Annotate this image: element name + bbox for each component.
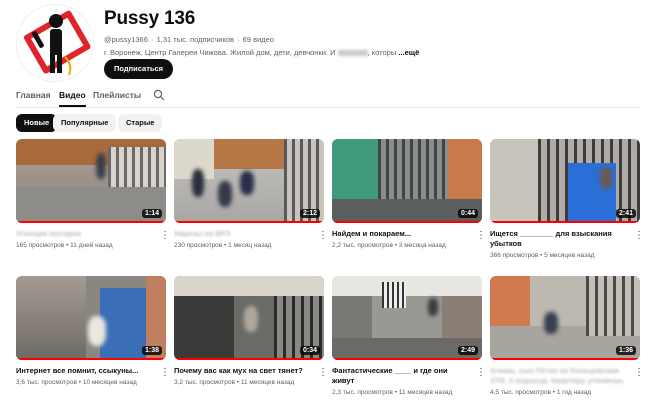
tab-home[interactable]: Главная — [16, 90, 51, 100]
video-title[interactable]: Найдем и покараем... — [332, 229, 482, 239]
video-card[interactable]: 1:38 Интернет все помнит, ссыкуны... 3,6… — [16, 276, 170, 386]
filter-newest[interactable]: Новые — [16, 114, 58, 132]
channel-avatar[interactable] — [16, 4, 94, 82]
watch-progress — [332, 358, 482, 360]
video-duration: 1:36 — [615, 346, 636, 355]
more-vert-icon[interactable]: ⋮ — [160, 231, 170, 243]
video-card[interactable]: 2:41 Ищется ________ для взыскания убытк… — [490, 139, 644, 259]
description-more-link[interactable]: ...ещё — [398, 48, 419, 57]
video-card[interactable]: 0:44 Найдем и покараем... 2,2 тыс. просм… — [332, 139, 486, 249]
video-title[interactable]: Интернет все помнит, ссыкуны... — [16, 366, 166, 376]
video-thumbnail[interactable]: 1:36 — [490, 276, 640, 360]
video-title[interactable]: Алкаш, сын Петин из Кольцовская 37/3, 3 … — [490, 366, 640, 386]
video-card[interactable]: 2:12 Нарезы на ВРЗ 230 просмотров • 1 ме… — [174, 139, 328, 249]
video-title[interactable]: Угонщик мусоров — [16, 229, 166, 239]
video-duration: 2:41 — [615, 209, 636, 218]
channel-description[interactable]: г. Воронеж, Центр Галереи Чижова. Жилой … — [104, 48, 634, 57]
watch-progress — [490, 221, 640, 223]
more-vert-icon[interactable]: ⋮ — [476, 231, 486, 243]
video-duration: 1:38 — [141, 346, 162, 355]
watch-progress — [174, 358, 324, 360]
video-duration: 2:49 — [457, 346, 478, 355]
channel-meta: @pussy1366 · 1,31 тыс. подписчиков · 69 … — [104, 35, 274, 44]
tab-playlists[interactable]: Плейлисты — [93, 90, 141, 100]
more-vert-icon[interactable]: ⋮ — [634, 368, 644, 380]
video-title[interactable]: Почему вас как мух на свет тянет? — [174, 366, 324, 376]
channel-name: Pussy 136 — [104, 8, 196, 29]
channel-tabs: Главная Видео Плейлисты — [16, 88, 640, 108]
video-thumbnail[interactable]: 1:14 — [16, 139, 166, 223]
subscribe-button[interactable]: Подписаться — [104, 59, 174, 79]
more-vert-icon[interactable]: ⋮ — [160, 368, 170, 380]
watch-progress — [332, 221, 482, 223]
video-card[interactable]: 0:34 Почему вас как мух на свет тянет? 3… — [174, 276, 328, 386]
video-count: 69 видео — [242, 35, 274, 44]
search-icon[interactable] — [153, 89, 165, 101]
video-stats: 230 просмотров • 1 месяц назад — [174, 242, 272, 249]
video-duration: 0:44 — [457, 209, 478, 218]
video-thumbnail[interactable]: 2:41 — [490, 139, 640, 223]
video-stats: 165 просмотров • 11 дней назад — [16, 242, 113, 249]
video-thumbnail[interactable]: 2:12 — [174, 139, 324, 223]
filter-oldest[interactable]: Старые — [118, 114, 163, 132]
subscriber-count: 1,31 тыс. подписчиков — [156, 35, 234, 44]
watch-progress — [16, 358, 166, 360]
video-thumbnail[interactable]: 0:34 — [174, 276, 324, 360]
video-duration: 1:14 — [141, 209, 162, 218]
video-stats: 366 просмотров • 5 месяцев назад — [490, 252, 595, 259]
video-duration: 2:12 — [299, 209, 320, 218]
video-thumbnail[interactable]: 1:38 — [16, 276, 166, 360]
channel-header: Pussy 136 @pussy1366 · 1,31 тыс. подписч… — [16, 4, 640, 84]
video-title[interactable]: Нарезы на ВРЗ — [174, 229, 324, 239]
watch-progress — [174, 221, 324, 223]
video-card[interactable]: 1:14 Угонщик мусоров 165 просмотров • 11… — [16, 139, 170, 249]
video-card[interactable]: 1:36 Алкаш, сын Петин из Кольцовская 37/… — [490, 276, 644, 396]
video-stats: 3,6 тыс. просмотров • 10 месяцев назад — [16, 379, 137, 386]
video-card[interactable]: 2:49 Фантастические ____ и где они живут… — [332, 276, 486, 396]
more-vert-icon[interactable]: ⋮ — [476, 368, 486, 380]
filter-popular[interactable]: Популярные — [53, 114, 117, 132]
video-stats: 3,2 тыс. просмотров • 11 месяцев назад — [174, 379, 295, 386]
tab-videos[interactable]: Видео — [59, 90, 86, 107]
video-title[interactable]: Фантастические ____ и где они живут — [332, 366, 482, 386]
channel-handle: @pussy1366 — [104, 35, 148, 44]
watch-progress — [490, 358, 640, 360]
more-vert-icon[interactable]: ⋮ — [318, 368, 328, 380]
watch-progress — [16, 221, 166, 223]
video-duration: 0:34 — [299, 346, 320, 355]
video-title[interactable]: Ищется ________ для взыскания убытков — [490, 229, 640, 249]
more-vert-icon[interactable]: ⋮ — [634, 231, 644, 243]
more-vert-icon[interactable]: ⋮ — [318, 231, 328, 243]
channel-info: Pussy 136 @pussy1366 · 1,31 тыс. подписч… — [104, 6, 634, 57]
video-stats: 4,5 тыс. просмотров • 1 год назад — [490, 389, 592, 396]
video-thumbnail[interactable]: 2:49 — [332, 276, 482, 360]
video-stats: 2,3 тыс. просмотров • 11 месяцев назад — [332, 389, 453, 396]
video-thumbnail[interactable]: 0:44 — [332, 139, 482, 223]
video-stats: 2,2 тыс. просмотров • 3 месяца назад — [332, 242, 446, 249]
